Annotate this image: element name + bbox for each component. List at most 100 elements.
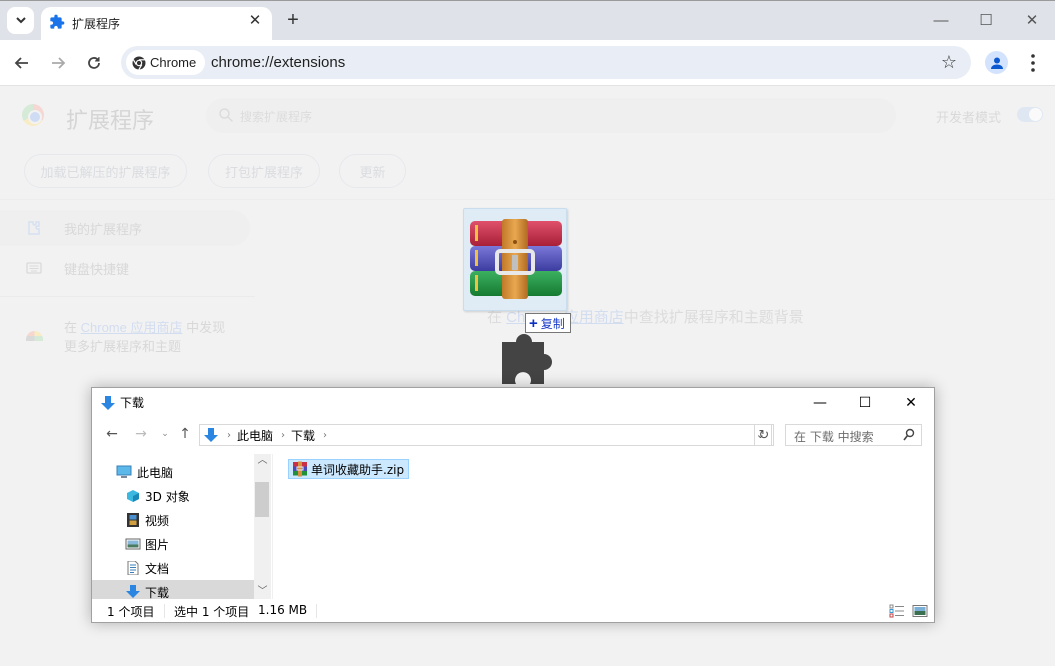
search-placeholder: 搜索扩展程序 (240, 110, 313, 124)
chrome-logo-icon (132, 56, 146, 70)
tree-item-3d-objects[interactable]: 3D 对象 (92, 484, 254, 508)
computer-icon (116, 465, 132, 478)
extensions-search-input[interactable]: 搜索扩展程序 (206, 98, 896, 133)
scroll-up-arrow[interactable]: ︿ (254, 454, 271, 468)
explorer-search-input[interactable]: 在 下载 中搜索 (785, 424, 922, 446)
minimize-button[interactable]: — (929, 9, 953, 33)
breadcrumb-separator: › (323, 429, 328, 441)
3d-objects-icon (127, 490, 139, 502)
explorer-title-bar: 下载 (100, 394, 144, 411)
arrow-right-icon (52, 57, 66, 69)
puzzle-icon (28, 221, 40, 235)
sidebar-item-keyboard-shortcuts[interactable]: 键盘快捷键 (0, 250, 250, 286)
file-item[interactable]: 单词收藏助手.zip (288, 459, 410, 479)
tree-item-pictures[interactable]: 图片 (92, 532, 254, 556)
webstore-icon (26, 331, 43, 341)
sidebar-item-my-extensions[interactable]: 我的扩展程序 (0, 210, 250, 246)
bookmark-star-icon[interactable]: ☆ (941, 52, 957, 73)
developer-mode-toggle[interactable] (1017, 107, 1043, 122)
tree-item-label: 图片 (145, 537, 170, 552)
tab-extensions[interactable]: 扩展程序 ✕ (41, 7, 272, 41)
close-window-button[interactable]: ✕ (1020, 9, 1044, 33)
puzzle-cursor-icon (502, 334, 552, 384)
load-unpacked-button[interactable]: 加载已解压的扩展程序 (24, 154, 187, 188)
selected-size: 1.16 MB (258, 603, 308, 617)
back-button[interactable] (11, 52, 33, 74)
search-icon (903, 428, 915, 441)
promo-text: 中发现 (182, 320, 226, 335)
empty-text: 中查找扩展程序和主题背景 (623, 309, 804, 326)
sidebar-item-label: 键盘快捷键 (64, 261, 130, 277)
navigation-pane-scrollbar[interactable]: ︿ ﹀ (254, 454, 271, 599)
tree-item-label: 3D 对象 (145, 489, 190, 504)
explorer-refresh-button[interactable]: ↻ (754, 424, 774, 446)
webstore-promo: 在 Chrome 应用商店 中发现 更多扩展程序和主题 (64, 318, 225, 356)
webstore-link[interactable]: Chrome 应用商店 (81, 320, 183, 335)
forward-button[interactable] (47, 52, 69, 74)
arrow-left-icon (14, 57, 28, 69)
keyboard-icon (26, 262, 42, 274)
header-divider (0, 199, 1055, 200)
puzzle-icon (50, 14, 65, 29)
search-placeholder: 在 下载 中搜索 (794, 430, 874, 444)
update-button[interactable]: 更新 (339, 154, 406, 188)
item-count: 1 个项目 (107, 605, 155, 619)
large-icons-view-icon[interactable] (912, 604, 928, 618)
tree-item-label: 文档 (145, 561, 170, 576)
more-menu-icon[interactable] (1026, 52, 1040, 74)
chevron-down-icon (15, 17, 26, 24)
chip-label: Chrome (150, 55, 197, 70)
address-bar[interactable]: Chrome chrome://extensions ☆ (121, 46, 971, 79)
explorer-forward-button[interactable]: → (132, 425, 150, 443)
scrollbar-thumb[interactable] (255, 482, 269, 517)
explorer-maximize-button[interactable]: ☐ (850, 392, 880, 414)
page-title: 扩展程序 (66, 108, 155, 133)
tab-search-button[interactable] (7, 7, 34, 34)
maximize-button[interactable]: ☐ (974, 9, 998, 33)
breadcrumb-downloads[interactable]: 下载 (291, 427, 315, 444)
search-icon (219, 108, 234, 123)
tab-strip: 扩展程序 ✕ + — ☐ ✕ (0, 0, 1055, 41)
pane-divider[interactable] (272, 454, 273, 599)
site-info-chip[interactable]: Chrome (126, 50, 206, 75)
breadcrumb-this-pc[interactable]: 此电脑 (237, 427, 273, 444)
tree-item-label: 视频 (145, 513, 170, 528)
new-tab-button[interactable]: + (283, 10, 303, 30)
tree-item-downloads[interactable]: 下载 (92, 580, 254, 599)
url-text[interactable]: chrome://extensions (211, 54, 345, 71)
pictures-icon (125, 538, 141, 550)
status-separator (164, 604, 165, 618)
details-view-icon[interactable] (889, 604, 905, 618)
tree-item-documents[interactable]: 文档 (92, 556, 254, 580)
developer-mode-label: 开发者模式 (936, 110, 1002, 125)
tree-item-label: 下载 (145, 585, 170, 600)
tree-item-videos[interactable]: 视频 (92, 508, 254, 532)
file-explorer-window: 下载 — ☐ ✕ ← → ⌄ ↑ › 此电脑 › 下载 › ⌄ ↻ 在 下载 中… (91, 387, 935, 623)
profile-avatar[interactable] (985, 51, 1008, 74)
recent-locations-button[interactable]: ⌄ (156, 425, 174, 443)
chrome-extensions-logo (22, 104, 44, 126)
explorer-address-bar[interactable]: › 此电脑 › 下载 › ⌄ (199, 424, 772, 446)
downloads-icon (204, 428, 218, 442)
downloads-icon (126, 585, 140, 598)
pack-extension-button[interactable]: 打包扩展程序 (208, 154, 320, 188)
scroll-down-arrow[interactable]: ﹀ (254, 585, 271, 599)
reload-icon (88, 57, 100, 69)
winrar-zip-icon (293, 461, 307, 477)
tree-item-this-pc[interactable]: 此电脑 (92, 460, 254, 484)
videos-icon (127, 513, 139, 527)
winrar-archive-icon (470, 219, 562, 299)
explorer-back-button[interactable]: ← (103, 425, 121, 443)
status-bar: 1 个项目 选中 1 个项目 1.16 MB (92, 600, 934, 622)
breadcrumb-separator: › (281, 429, 286, 441)
up-button[interactable]: ↑ (176, 425, 194, 443)
status-separator (316, 604, 317, 618)
file-name: 单词收藏助手.zip (311, 462, 405, 477)
sidebar-item-label: 我的扩展程序 (64, 221, 143, 237)
reload-button[interactable] (83, 52, 105, 74)
explorer-close-button[interactable]: ✕ (896, 392, 926, 414)
navigation-pane: 此电脑 3D 对象 视频 图片 文档 下载 (92, 454, 272, 599)
explorer-minimize-button[interactable]: — (805, 392, 835, 414)
tree-item-label: 此电脑 (137, 465, 174, 480)
tab-close-button[interactable]: ✕ (246, 12, 264, 30)
